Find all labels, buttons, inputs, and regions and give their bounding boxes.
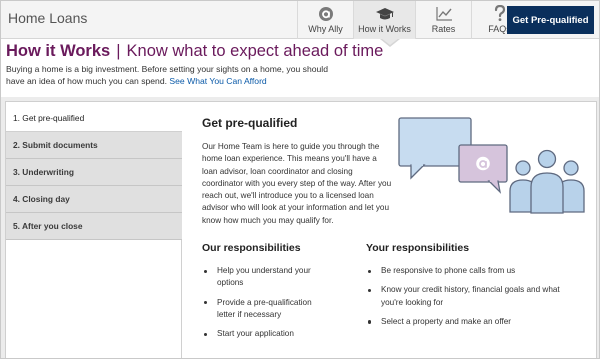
brand-title[interactable]: Home Loans <box>8 10 87 26</box>
intro-text: Buying a home is a big investment. Befor… <box>6 63 336 87</box>
our-responsibilities-list: Help you understand your options Provide… <box>202 265 332 347</box>
active-nav-pointer <box>381 38 399 45</box>
graduation-cap-icon <box>375 5 395 22</box>
intro-paragraph: Buying a home is a big investment. Befor… <box>6 64 328 86</box>
step-after-you-close[interactable]: 5. After you close <box>6 213 182 240</box>
your-responsibilities-heading: Your responsibilities <box>366 242 470 254</box>
step-submit-documents[interactable]: 2. Submit documents <box>6 132 182 159</box>
line-chart-icon <box>435 5 453 22</box>
page-frame: Home Loans Why Ally How it Works Rates F… <box>0 0 600 359</box>
list-item: Know your credit history, financial goal… <box>366 284 581 309</box>
nav-item-why-ally[interactable]: Why Ally <box>297 1 353 39</box>
list-item: Select a property and make an offer <box>366 316 581 328</box>
section-heading: Get pre-qualified <box>202 116 298 130</box>
list-item: Help you understand your options <box>202 265 332 290</box>
step-closing-day[interactable]: 4. Closing day <box>6 186 182 213</box>
steps-menu: 1. Get pre-qualified 2. Submit documents… <box>6 105 182 240</box>
step-underwriting[interactable]: 3. Underwriting <box>6 159 182 186</box>
page-title: How it Works | Know what to expect ahead o… <box>6 42 383 61</box>
nav-label: Rates <box>431 24 456 34</box>
nav-item-how-it-works[interactable]: How it Works <box>353 1 415 39</box>
chat-bubbles-people-illustration <box>398 117 585 214</box>
title-divider: | <box>116 42 121 60</box>
list-item: Be responsive to phone calls from us <box>366 265 581 277</box>
people-group-icon <box>509 149 585 214</box>
section-body: Our Home Team is here to guide you throu… <box>202 142 392 225</box>
nav-item-rates[interactable]: Rates <box>415 1 471 39</box>
page-title-main: How it Works <box>6 42 111 60</box>
ally-logo-icon <box>318 5 334 22</box>
list-item: Start your application <box>202 328 332 340</box>
chat-bubble-purple <box>458 144 508 194</box>
top-navigation-bar: Home Loans Why Ally How it Works Rates F… <box>1 1 599 39</box>
list-item: Provide a pre-qualification letter if ne… <box>202 297 332 322</box>
main-nav: Why Ally How it Works Rates FAQs <box>297 1 527 39</box>
steps-menu-blank <box>6 240 182 358</box>
nav-label: Why Ally <box>308 24 343 34</box>
nav-label: How it Works <box>358 24 411 34</box>
our-responsibilities-heading: Our responsibilities <box>202 242 301 254</box>
page-subtitle: Know what to expect ahead of time <box>126 42 384 60</box>
get-pre-qualified-button[interactable]: Get Pre-qualified <box>507 6 594 34</box>
your-responsibilities-list: Be responsive to phone calls from us Kno… <box>366 265 581 335</box>
question-mark-icon <box>493 5 507 22</box>
see-what-you-can-afford-link[interactable]: See What You Can Afford <box>169 76 266 86</box>
step-get-pre-qualified[interactable]: 1. Get pre-qualified <box>6 105 182 132</box>
